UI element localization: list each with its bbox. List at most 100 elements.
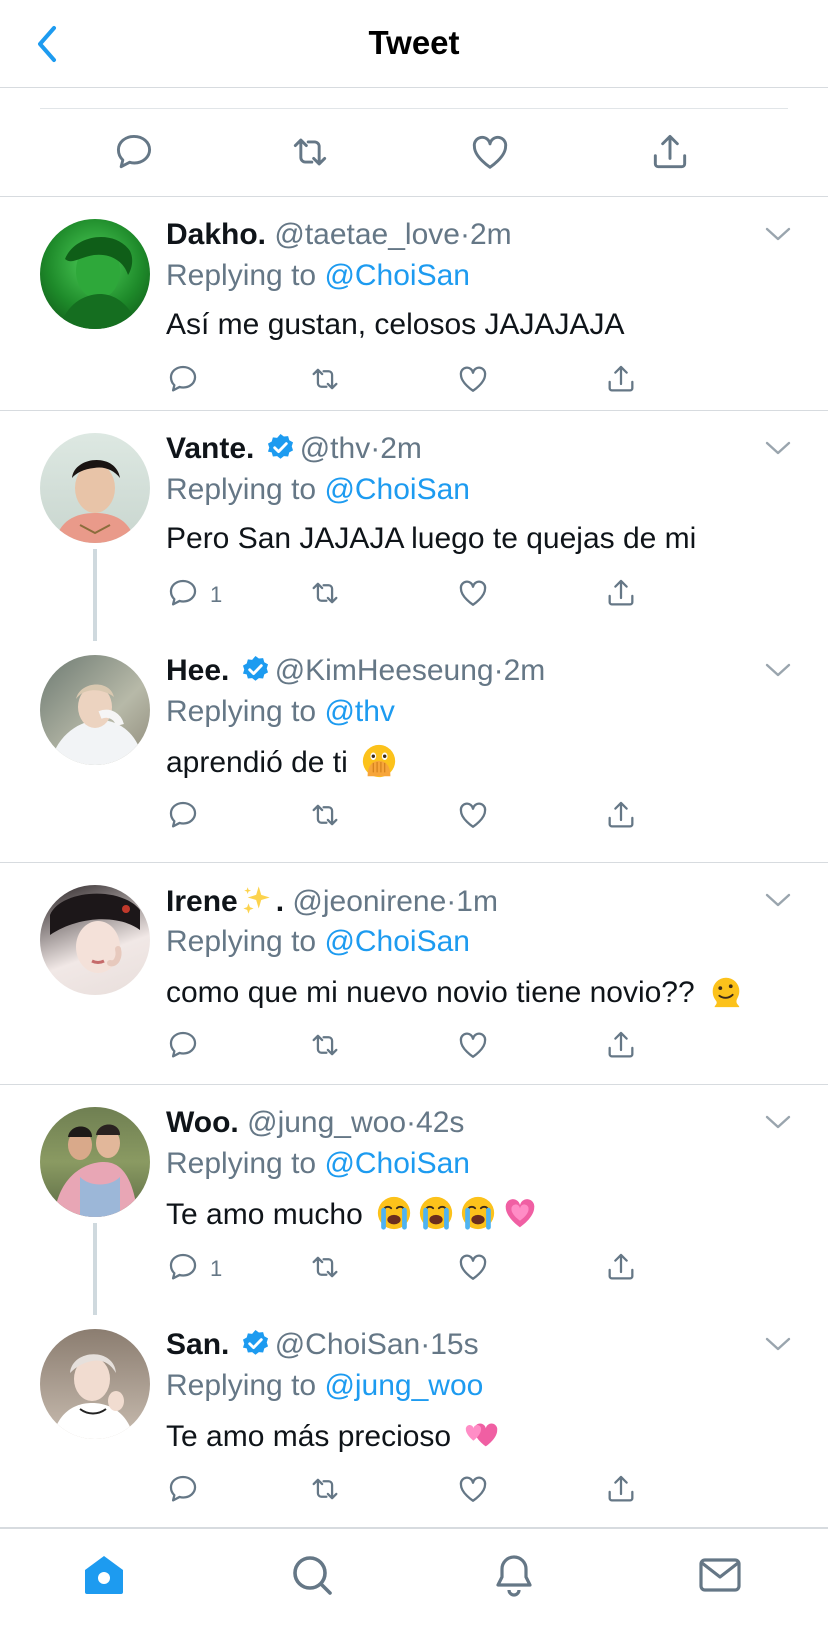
avatar[interactable] (40, 219, 150, 329)
timestamp: 2m (469, 218, 512, 251)
avatar[interactable] (40, 1329, 150, 1439)
heart-icon (459, 1254, 487, 1280)
tweet-text-content: Te amo mucho (166, 1198, 363, 1231)
share-button[interactable] (648, 130, 692, 174)
display-name[interactable]: San. (166, 1328, 229, 1361)
mention-link[interactable]: @ChoiSan (324, 259, 470, 292)
tweet-text: Pero San JAJAJA luego te quejas de mi (166, 520, 696, 558)
display-name[interactable]: Irene (166, 885, 238, 918)
share-button[interactable] (604, 1472, 638, 1508)
username[interactable]: @jeonirene (292, 885, 446, 918)
mention-link[interactable]: @ChoiSan (324, 925, 470, 958)
reply-tweet[interactable]: Irene. @jeonirene·1m Replying to @ChoiSa… (0, 863, 828, 1085)
mention-link[interactable]: @ChoiSan (324, 1147, 470, 1180)
reply-tweet[interactable]: Dakho. @taetae_love·2m Replying to @Choi… (0, 197, 828, 411)
envelope-icon (699, 1558, 741, 1592)
separator-dot: · (406, 1106, 417, 1139)
tweet-header: Woo. @jung_woo·42s (166, 1105, 464, 1141)
tweet-actions: 1 (166, 1250, 666, 1286)
retweet-button[interactable] (308, 362, 342, 398)
like-button[interactable] (456, 1250, 490, 1286)
reply-tweet[interactable]: Woo. @jung_woo·42s Replying to @ChoiSan … (0, 1085, 828, 1315)
share-button[interactable] (604, 576, 638, 612)
mention-link[interactable]: @jung_woo (324, 1369, 483, 1402)
reply-button[interactable] (166, 1028, 200, 1064)
chevron-down-icon[interactable] (764, 891, 792, 909)
retweet-icon (312, 804, 338, 826)
thread-line (93, 549, 97, 641)
tab-home[interactable] (80, 1551, 128, 1599)
username[interactable]: @thv (300, 432, 370, 465)
avatar[interactable] (40, 885, 150, 995)
share-button[interactable] (604, 1250, 638, 1286)
like-button[interactable] (456, 798, 490, 834)
tweet-actions (166, 362, 666, 398)
display-name[interactable]: Vante. (166, 432, 254, 465)
tweet-text-content: como que mi nuevo novio tiene novio?? (166, 976, 695, 1009)
verified-badge-icon (267, 433, 293, 459)
tweet-text: aprendió de ti (166, 742, 398, 782)
avatar[interactable] (40, 655, 150, 765)
share-button[interactable] (604, 1028, 638, 1064)
divider (40, 108, 788, 109)
chevron-down-icon[interactable] (764, 1335, 792, 1353)
username[interactable]: @jung_woo (247, 1106, 406, 1139)
reply-tweet[interactable]: Vante. @thv·2m Replying to @ChoiSan Pero… (0, 411, 828, 641)
reply-button[interactable] (166, 1472, 200, 1508)
reply-icon (169, 801, 197, 828)
tab-notifications[interactable] (490, 1551, 538, 1599)
retweet-button[interactable] (308, 576, 342, 612)
reply-button[interactable] (166, 362, 200, 398)
username[interactable]: @taetae_love (274, 218, 460, 251)
retweet-button[interactable] (288, 130, 332, 174)
reply-icon (116, 134, 152, 169)
replying-label: Replying to (166, 259, 317, 292)
display-name[interactable]: Woo. (166, 1106, 239, 1139)
display-name[interactable]: Dakho. (166, 218, 266, 251)
like-button[interactable] (456, 1028, 490, 1064)
like-button[interactable] (456, 362, 490, 398)
reply-icon (169, 365, 197, 392)
avatar[interactable] (40, 433, 150, 543)
tab-messages[interactable] (696, 1551, 744, 1599)
chevron-down-icon[interactable] (764, 1113, 792, 1131)
tab-search[interactable] (288, 1551, 336, 1599)
reply-button[interactable] (112, 130, 156, 174)
bottom-tab-bar (0, 1528, 828, 1628)
display-name[interactable]: Hee. (166, 654, 229, 687)
share-button[interactable] (604, 362, 638, 398)
retweet-button[interactable] (308, 798, 342, 834)
tweet-actions: 1 (166, 576, 666, 612)
chevron-down-icon[interactable] (764, 225, 792, 243)
replying-label: Replying to (166, 695, 317, 728)
reply-button[interactable] (166, 798, 200, 834)
username[interactable]: @KimHeeseung (275, 654, 494, 687)
timestamp: 2m (380, 432, 422, 465)
growing-heart-icon (505, 1199, 535, 1228)
reply-icon (169, 1253, 197, 1280)
chevron-down-icon[interactable] (764, 439, 792, 457)
like-button[interactable] (456, 1472, 490, 1508)
timestamp: 15s (430, 1328, 479, 1361)
reply-tweet[interactable]: San. @ChoiSan·15s Replying to @jung_woo … (0, 1307, 828, 1528)
main-tweet-action-bar (0, 88, 828, 197)
share-icon (608, 1253, 634, 1280)
avatar[interactable] (40, 1107, 150, 1217)
like-button[interactable] (456, 576, 490, 612)
mention-link[interactable]: @thv (324, 695, 394, 728)
separator-dot: · (420, 1328, 431, 1361)
reply-button[interactable]: 1 (166, 576, 222, 612)
mention-link[interactable]: @ChoiSan (324, 473, 470, 506)
reply-tweet[interactable]: Hee. @KimHeeseung·2m Replying to @thv ap… (0, 633, 828, 863)
reply-icon (169, 1031, 197, 1058)
reply-button[interactable]: 1 (166, 1250, 222, 1286)
username[interactable]: @ChoiSan (275, 1328, 421, 1361)
like-button[interactable] (468, 130, 512, 174)
melting-face-icon (712, 977, 740, 1008)
share-button[interactable] (604, 798, 638, 834)
chevron-down-icon[interactable] (764, 661, 792, 679)
retweet-button[interactable] (308, 1028, 342, 1064)
retweet-button[interactable] (308, 1250, 342, 1286)
retweet-button[interactable] (308, 1472, 342, 1508)
heart-icon (459, 802, 487, 828)
